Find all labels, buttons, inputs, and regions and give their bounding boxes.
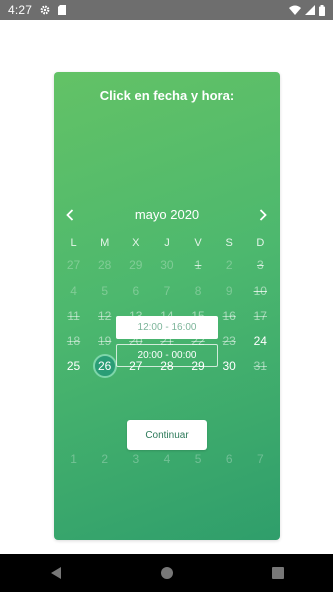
calendar-day: 7 [151, 280, 182, 302]
weekday-label: D [256, 237, 265, 249]
calendar-day: 11 [58, 305, 89, 327]
calendar-day-label: 5 [194, 452, 202, 466]
calendar-day-label: 11 [67, 309, 80, 323]
system-nav-bar [0, 554, 333, 592]
calendar-day[interactable]: 30 [214, 355, 245, 377]
calendar-day: 29 [120, 254, 151, 276]
calendar-week-row: 27 28 29 30 1 2 3 [58, 254, 276, 276]
calendar-day-label: 3 [132, 452, 140, 466]
back-button[interactable] [41, 558, 71, 588]
calendar-day[interactable]: 24 [245, 330, 276, 352]
calendar-day-label: 18 [66, 334, 81, 348]
back-icon [50, 567, 61, 579]
calendar-day-label: 10 [253, 284, 267, 298]
calendar-day-label: 17 [253, 309, 267, 323]
home-button[interactable] [152, 558, 182, 588]
calendar-day-label: 24 [253, 334, 267, 348]
calendar-day-label: 30 [160, 258, 174, 272]
calendar-day: 2 [89, 448, 120, 470]
calendar-day-label: 4 [70, 284, 77, 298]
weekday-label: J [164, 237, 170, 249]
status-left: 4:27 [8, 3, 67, 17]
calendar-day: 6 [214, 448, 245, 470]
calendar-day: 3 [120, 448, 151, 470]
battery-icon [319, 4, 325, 16]
calendar-day: 5 [183, 448, 214, 470]
calendar-day: 4 [151, 448, 182, 470]
sim-card-icon [58, 5, 67, 15]
recents-button[interactable] [263, 558, 293, 588]
calendar-day: 28 [89, 254, 120, 276]
calendar-day: 2 [214, 254, 245, 276]
calendar-day: 7 [245, 448, 276, 470]
calendar-day: 23 [214, 330, 245, 352]
calendar-week-row: 1 2 3 4 5 6 7 [58, 448, 276, 470]
calendar-day-label: 12 [98, 309, 112, 323]
card-title: Click en fecha y hora: [99, 88, 235, 103]
calendar-day-label: 26 [92, 354, 117, 378]
gear-icon [40, 5, 50, 15]
calendar-day: 10 [245, 280, 276, 302]
calendar-day-label: 28 [98, 258, 112, 272]
weekday-label: X [132, 237, 140, 249]
weekday-label: L [70, 237, 77, 249]
calendar-day: 30 [151, 254, 182, 276]
calendar-day: 9 [214, 280, 245, 302]
calendar-day: 31 [245, 355, 276, 377]
signal-icon [305, 5, 315, 15]
weekday-label: S [225, 237, 233, 249]
calendar-day-label: 30 [222, 359, 236, 373]
calendar-day-label: 4 [163, 452, 171, 466]
calendar-day: 18 [58, 330, 89, 352]
calendar-day-label: 2 [225, 258, 233, 272]
calendar-day-label: 7 [256, 452, 264, 466]
calendar-day: 1 [183, 254, 214, 276]
calendar-day-label: 23 [222, 334, 236, 348]
time-slot-button[interactable]: 12:00 - 16:00 [116, 316, 218, 339]
calendar-day-label: 8 [194, 284, 202, 298]
calendar-day-label: 5 [101, 284, 109, 298]
calendar-day-label: 19 [98, 334, 112, 348]
chevron-right-icon [259, 209, 267, 221]
calendar-day: 6 [120, 280, 151, 302]
calendar-day: 8 [183, 280, 214, 302]
weekday-label: V [194, 237, 202, 249]
calendar-day-label: 7 [163, 284, 171, 298]
calendar-day-label: 31 [253, 359, 267, 373]
calendar-day: 16 [214, 305, 245, 327]
calendar-day: 4 [58, 280, 89, 302]
wifi-icon [289, 5, 301, 15]
calendar-day: 27 [58, 254, 89, 276]
calendar-day: 3 [245, 254, 276, 276]
time-slot-button[interactable]: 20:00 - 00:00 [116, 344, 218, 367]
calendar-day-label: 9 [225, 284, 233, 298]
calendar-day-label: 1 [194, 258, 202, 272]
calendar-day-label: 29 [129, 258, 143, 272]
weekday-label: M [100, 237, 110, 249]
status-bar: 4:27 [0, 0, 333, 20]
recents-icon [271, 567, 284, 579]
calendar-week-row: 4 5 6 7 8 9 10 [58, 280, 276, 302]
calendar-day[interactable]: 25 [58, 355, 89, 377]
month-navigation: mayo 2020 [54, 205, 280, 225]
calendar-day: 5 [89, 280, 120, 302]
calendar-day-label: 1 [70, 452, 77, 466]
calendar-day: 1 [58, 448, 89, 470]
next-month-button[interactable] [254, 205, 272, 225]
calendar-day-label: 27 [66, 258, 81, 272]
calendar-day-label: 6 [132, 284, 140, 298]
month-label: mayo 2020 [134, 207, 200, 222]
date-time-card: Click en fecha y hora: mayo 2020 L M X J… [54, 72, 280, 540]
home-icon [160, 567, 173, 579]
calendar-day-label: 2 [101, 452, 109, 466]
continue-button[interactable]: Continuar [127, 420, 207, 450]
calendar-day: 17 [245, 305, 276, 327]
weekday-header: L M X J V S D [58, 232, 276, 254]
calendar-day-label: 16 [222, 309, 236, 323]
status-time: 4:27 [8, 3, 33, 17]
calendar-day-label: 3 [256, 258, 264, 272]
calendar-day-label: 25 [66, 359, 81, 373]
calendar-day-label: 6 [225, 452, 233, 466]
status-right [289, 4, 325, 16]
